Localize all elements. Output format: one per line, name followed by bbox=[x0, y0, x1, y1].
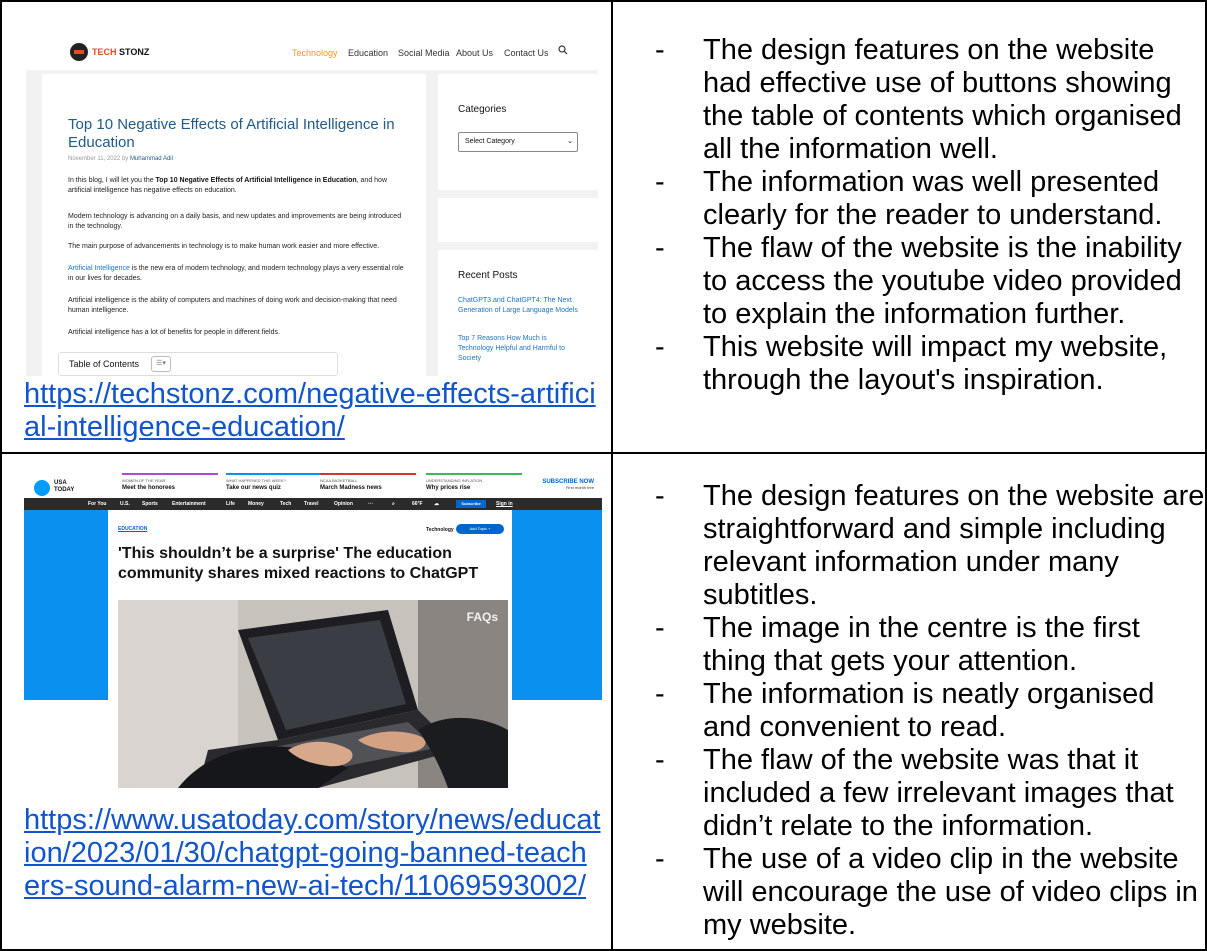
nav-us[interactable]: U.S. bbox=[120, 501, 130, 507]
techstonz-screenshot: TECH STONZ Technology Education Social M… bbox=[26, 18, 598, 376]
topic-label: Technology bbox=[426, 527, 454, 533]
recent-posts-heading: Recent Posts bbox=[458, 270, 518, 281]
categories-widget: Categories Select Category ⌄ bbox=[438, 74, 598, 190]
article-paragraph: In this blog, I will let you the Top 10 … bbox=[68, 177, 387, 194]
usatoday-url-link[interactable]: https://www.usatoday.com/story/news/educ… bbox=[24, 804, 602, 903]
nav-for-you[interactable]: For You bbox=[88, 501, 106, 507]
table-of-contents: Table of Contents ☰▾ bbox=[58, 352, 338, 376]
comparison-table: TECH STONZ Technology Education Social M… bbox=[0, 0, 1207, 951]
usatoday-notes-list: - The design features on the website are … bbox=[613, 480, 1205, 942]
categories-heading: Categories bbox=[458, 104, 507, 115]
note-item: - The flaw of the website was that it inc… bbox=[655, 744, 1174, 842]
article-content: EDUCATION Technology Add Topic + 'This s… bbox=[108, 510, 512, 788]
usatoday-wordmark: USA TODAY bbox=[54, 480, 75, 493]
usatoday-logo-icon bbox=[34, 480, 50, 496]
article-paragraph: Artificial intelligence has a lot of ben… bbox=[68, 329, 280, 336]
cloud-icon: ☁ bbox=[434, 501, 439, 507]
article-paragraph: Modern technology is advancing on a dail… bbox=[68, 213, 402, 230]
note-item: - This website will impact my website, th… bbox=[655, 331, 1168, 396]
nav-contact-us[interactable]: Contact Us bbox=[504, 48, 549, 58]
article-paragraph: Artificial intelligence is the ability o… bbox=[68, 297, 397, 314]
usatoday-topbar: USA TODAY WOMEN OF THE YEAR Meet the honor… bbox=[24, 470, 602, 498]
usatoday-screenshot: USA TODAY WOMEN OF THE YEAR Meet the honor… bbox=[24, 470, 602, 788]
search-icon[interactable]: ⌕ bbox=[392, 501, 395, 507]
weather-readout[interactable]: 66°F bbox=[412, 501, 423, 507]
nav-life[interactable]: Life bbox=[226, 501, 235, 507]
laptop-photo[interactable]: FAQs bbox=[118, 600, 508, 788]
ai-link[interactable]: Artificial Intelligence bbox=[68, 265, 130, 272]
row1-right-cell: - The design features on the website had … bbox=[613, 2, 1205, 452]
nav-travel[interactable]: Travel bbox=[304, 501, 318, 507]
techstonz-url-link[interactable]: https://techstonz.com/negative-effects-a… bbox=[24, 378, 602, 444]
laptop-typing-illustration bbox=[118, 600, 508, 788]
usatoday-navbar: For You U.S. Sports Entertainment Life M… bbox=[24, 498, 602, 510]
nav-opinion[interactable]: Opinion bbox=[334, 501, 353, 507]
recent-post-link[interactable]: Top 7 Reasons How Much is Technology Hel… bbox=[458, 334, 578, 364]
nav-entertainment[interactable]: Entertainment bbox=[172, 501, 206, 507]
more-icon[interactable]: ⋯ bbox=[368, 501, 373, 507]
subscribe-button[interactable]: Subscribe bbox=[456, 500, 486, 508]
toc-toggle-button[interactable]: ☰▾ bbox=[151, 356, 171, 372]
nav-sports[interactable]: Sports bbox=[142, 501, 158, 507]
row2-right-cell: - The design features on the website are … bbox=[613, 454, 1205, 949]
promo-march-madness[interactable]: NCAA BASKETBALL March Madness news bbox=[320, 473, 416, 491]
note-item: - The information was well presented clea… bbox=[655, 166, 1163, 231]
site-brand: TECH STONZ bbox=[92, 47, 150, 57]
search-icon[interactable] bbox=[558, 45, 568, 55]
note-item: - The design features on the website are … bbox=[655, 480, 1205, 611]
article-paragraph: The main purpose of advancements in tech… bbox=[68, 243, 380, 250]
row1-left-cell: TECH STONZ Technology Education Social M… bbox=[2, 2, 611, 452]
category-select[interactable]: Select Category ⌄ bbox=[458, 132, 578, 152]
chevron-down-icon: ⌄ bbox=[567, 138, 573, 145]
techstonz-logo-icon bbox=[70, 43, 88, 61]
row2-left-cell: USA TODAY WOMEN OF THE YEAR Meet the honor… bbox=[2, 454, 611, 949]
nav-about-us[interactable]: About Us bbox=[456, 48, 493, 58]
article-headline: 'This shouldn’t be a surprise' The educa… bbox=[118, 545, 479, 582]
sidebar-widget-empty bbox=[438, 198, 598, 242]
note-item: - The image in the centre is the first th… bbox=[655, 612, 1140, 677]
note-item: - The design features on the website had … bbox=[655, 34, 1182, 165]
article-meta: November 11, 2022 by Muhammad Adil bbox=[68, 156, 173, 162]
sign-in-link[interactable]: Sign in bbox=[496, 501, 513, 507]
section-link[interactable]: EDUCATION bbox=[118, 526, 147, 532]
nav-education[interactable]: Education bbox=[348, 48, 388, 58]
recent-posts-widget: Recent Posts ChatGPT3 and ChatGPT4: The … bbox=[438, 250, 598, 376]
faqs-overlay-label: FAQs bbox=[466, 610, 498, 624]
article-paragraph: Artificial Intelligence is the new era o… bbox=[68, 265, 404, 282]
note-item: - The flaw of the website is the inabilit… bbox=[655, 232, 1182, 330]
toc-label: Table of Contents bbox=[69, 359, 140, 369]
nav-social-media[interactable]: Social Media bbox=[398, 48, 450, 58]
note-item: - The information is neatly organised and… bbox=[655, 678, 1155, 743]
site-header: TECH STONZ Technology Education Social M… bbox=[26, 18, 598, 70]
nav-money[interactable]: Money bbox=[248, 501, 264, 507]
note-item: - The use of a video clip in the website … bbox=[655, 843, 1198, 941]
promo-inflation[interactable]: UNDERSTANDING INFLATION Why prices rise bbox=[426, 473, 522, 491]
techstonz-notes-list: - The design features on the website had … bbox=[613, 34, 1205, 397]
nav-technology[interactable]: Technology bbox=[292, 48, 338, 58]
promo-news-quiz[interactable]: WHAT HAPPENED THIS WEEK? Take our news qu… bbox=[226, 473, 322, 491]
article-title: Top 10 Negative Effects of Artificial In… bbox=[68, 116, 395, 151]
article-panel: Top 10 Negative Effects of Artificial In… bbox=[42, 74, 426, 376]
recent-post-link[interactable]: ChatGPT3 and ChatGPT4: The Next Generati… bbox=[458, 296, 578, 316]
add-topic-button[interactable]: Add Topic + bbox=[456, 524, 504, 534]
nav-tech[interactable]: Tech bbox=[280, 501, 291, 507]
promo-women-of-year[interactable]: WOMEN OF THE YEAR Meet the honorees bbox=[122, 473, 218, 491]
subscribe-now-link[interactable]: SUBSCRIBE NOW First month free bbox=[524, 479, 594, 490]
